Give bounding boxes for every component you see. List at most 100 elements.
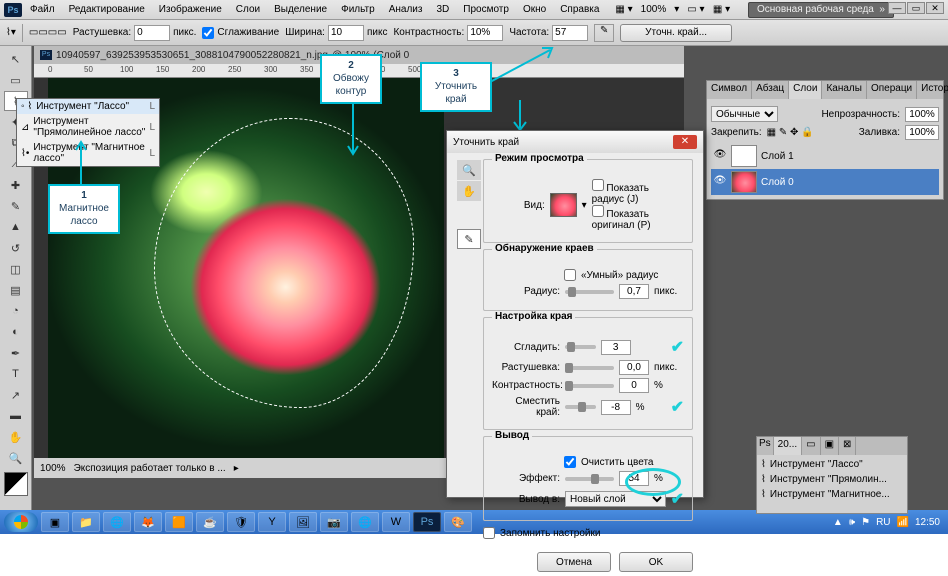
taskbar-icon[interactable]: 🟧 [165, 512, 193, 532]
effect-input[interactable] [619, 471, 649, 486]
lasso-option[interactable]: ◦ ⌇ Инструмент "Лассо"L [17, 99, 159, 114]
menu-file[interactable]: Файл [24, 2, 61, 17]
menu-filter[interactable]: Фильтр [335, 2, 381, 17]
zoom-icon[interactable]: 🔍 [457, 160, 481, 180]
tray-clock[interactable]: 12:50 [915, 517, 940, 528]
menu-help[interactable]: Справка [554, 2, 605, 17]
radius-slider[interactable] [565, 290, 614, 294]
taskbar-icon[interactable]: 📁 [72, 512, 100, 532]
refine-edge-button[interactable]: Уточн. край... [620, 24, 732, 42]
tray-lang[interactable]: RU [876, 517, 890, 528]
taskbar-icon[interactable]: W [382, 512, 410, 532]
eraser-tool[interactable]: ◫ [4, 259, 28, 279]
visibility-icon[interactable]: 👁 [713, 175, 727, 189]
zoom-display[interactable]: 100% [635, 2, 673, 17]
brush-icon[interactable]: ✎ [457, 229, 481, 249]
menu-image[interactable]: Изображение [153, 2, 228, 17]
menu-window[interactable]: Окно [517, 2, 552, 17]
shift-input[interactable] [601, 400, 631, 415]
remember-check[interactable] [483, 527, 495, 539]
close-icon[interactable]: ✕ [926, 2, 944, 14]
move-tool[interactable]: ↖ [4, 49, 28, 69]
shape-tool[interactable]: ▬ [4, 406, 28, 426]
taskbar-icon[interactable]: 🌐 [351, 512, 379, 532]
history-panel[interactable]: Ps20...▭▣⊠ ⌇Инструмент "Лассо" ⌇Инструме… [756, 436, 908, 514]
maximize-icon[interactable]: ▭ [907, 2, 925, 14]
start-button[interactable] [4, 512, 38, 532]
feather-slider[interactable] [565, 366, 614, 370]
output-select[interactable]: Новый слой [565, 491, 666, 507]
contrast-input[interactable] [467, 25, 503, 41]
menu-edit[interactable]: Редактирование [63, 2, 151, 17]
lasso-icon: ⌇▾ [6, 27, 16, 38]
stamp-tool[interactable]: ▲ [4, 217, 28, 237]
taskbar-icon[interactable]: 🌐 [103, 512, 131, 532]
gradient-tool[interactable]: ▤ [4, 280, 28, 300]
smooth-input[interactable] [601, 340, 631, 355]
menu-layers[interactable]: Слои [230, 2, 266, 17]
smooth-checkbox[interactable] [202, 27, 214, 39]
contrast-slider[interactable] [565, 384, 614, 388]
menu-select[interactable]: Выделение [268, 2, 333, 17]
feather-label: Растушевка: [73, 27, 131, 38]
status-text: Экспозиция работает только в ... [74, 463, 226, 474]
marquee-tool[interactable]: ▭ [4, 70, 28, 90]
taskbar-icon[interactable]: 🛡 [227, 512, 255, 532]
cancel-button[interactable]: Отмена [537, 552, 611, 572]
opacity-input[interactable] [905, 107, 939, 122]
effect-slider[interactable] [565, 477, 614, 481]
hand-tool[interactable]: ✋ [4, 427, 28, 447]
clean-colors-check[interactable] [564, 456, 576, 468]
taskbar-icon[interactable]: 🖼 [289, 512, 317, 532]
ok-button[interactable]: OK [619, 552, 693, 572]
polygonal-lasso-option[interactable]: ⊿ Инструмент "Прямолинейное лассо"L [17, 114, 159, 140]
menu-3d[interactable]: 3D [430, 2, 455, 17]
dialog-title: Уточнить край [453, 137, 519, 148]
layer-row[interactable]: 👁 Слой 0 [711, 169, 939, 195]
shift-slider[interactable] [565, 405, 596, 409]
tab-layers[interactable]: Слои [789, 81, 822, 99]
close-icon[interactable]: ✕ [673, 135, 697, 149]
pressure-icon[interactable]: ✎ [594, 24, 614, 42]
taskbar-icon[interactable]: Y [258, 512, 286, 532]
history-brush[interactable]: ↺ [4, 238, 28, 258]
type-tool[interactable]: T [4, 364, 28, 384]
blend-mode[interactable]: Обычные [711, 106, 778, 122]
blur-tool[interactable]: ◔ [4, 301, 28, 321]
smart-radius-check[interactable] [564, 269, 576, 281]
taskbar-icon[interactable]: 🦊 [134, 512, 162, 532]
workspace-button[interactable]: Основная рабочая среда » [748, 2, 894, 18]
path-tool[interactable]: ↗ [4, 385, 28, 405]
pen-tool[interactable]: ✒ [4, 343, 28, 363]
minimize-icon[interactable]: — [888, 2, 906, 14]
magnetic-lasso-option[interactable]: ⌇• Инструмент "Магнитное лассо"L [17, 140, 159, 166]
brush-tool[interactable]: ✎ [4, 196, 28, 216]
show-original-check[interactable] [592, 205, 604, 217]
layers-panel: Символ Абзац Слои Каналы Операци История… [706, 80, 944, 200]
radius-input[interactable] [619, 284, 649, 299]
show-radius-check[interactable] [592, 179, 604, 191]
feather-input[interactable] [619, 360, 649, 375]
layer-row[interactable]: 👁 Слой 1 [711, 143, 939, 169]
feather-input[interactable] [134, 25, 170, 41]
view-thumb[interactable] [550, 193, 577, 217]
callout-2: 2Обвожу контур [320, 54, 382, 104]
taskbar-icon[interactable]: ☕ [196, 512, 224, 532]
taskbar-icon[interactable]: 📷 [320, 512, 348, 532]
fill-input[interactable] [905, 125, 939, 140]
freq-input[interactable] [552, 25, 588, 41]
contrast-input[interactable] [619, 378, 649, 393]
menu-analysis[interactable]: Анализ [383, 2, 429, 17]
width-input[interactable] [328, 25, 364, 41]
taskbar-icon[interactable]: ▣ [41, 512, 69, 532]
smooth-slider[interactable] [565, 345, 596, 349]
heal-tool[interactable]: ✚ [4, 175, 28, 195]
menu-view[interactable]: Просмотр [457, 2, 515, 17]
taskbar-ps[interactable]: Ps [413, 512, 441, 532]
dodge-tool[interactable]: ◐ [4, 322, 28, 342]
color-swatches[interactable] [4, 472, 28, 496]
visibility-icon[interactable]: 👁 [713, 149, 727, 163]
zoom-value[interactable]: 100% [40, 463, 66, 474]
hand-icon[interactable]: ✋ [457, 181, 481, 201]
zoom-tool[interactable]: 🔍 [4, 448, 28, 468]
